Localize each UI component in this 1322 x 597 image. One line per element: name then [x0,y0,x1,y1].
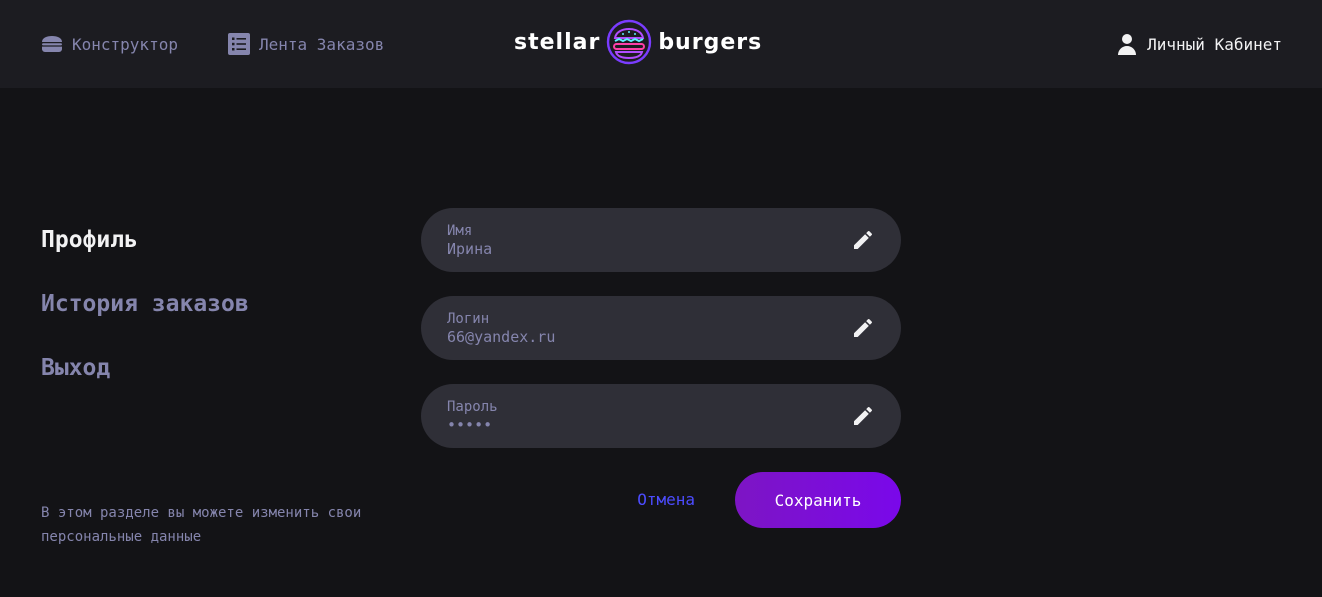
login-field-label: Логин [447,311,490,327]
app-header: Конструктор Лента Заказов stellar burger… [0,0,1322,88]
save-button[interactable]: Сохранить [735,472,901,528]
burger-icon [40,32,64,56]
side-link-profile[interactable]: Профиль [41,208,361,272]
list-icon [227,32,251,56]
name-edit-pencil-icon[interactable] [851,228,875,252]
password-field[interactable]: Пароль ••••• [421,384,901,448]
nav-constructor[interactable]: Конструктор [40,0,178,88]
name-field-value[interactable]: Ирина [447,240,841,258]
profile-form: Имя Ирина Логин 66@yandex.ru Пароль ••••… [421,208,901,472]
profile-section-note: В этом разделе вы можете изменить свои п… [41,505,362,545]
stellar-burgers-logo[interactable]: stellar burgers [514,16,806,68]
side-link-order-history[interactable]: История заказов [41,272,361,336]
cancel-button[interactable]: Отмена [637,472,695,528]
login-field-value[interactable]: 66@yandex.ru [447,328,841,346]
login-field[interactable]: Логин 66@yandex.ru [421,296,901,360]
side-link-logout[interactable]: Выход [41,336,361,400]
nav-personal-account[interactable]: Личный Кабинет [1115,0,1282,88]
password-field-label: Пароль [447,399,498,415]
nav-feed-label: Лента Заказов [259,34,385,54]
login-edit-pencil-icon[interactable] [851,316,875,340]
name-field[interactable]: Имя Ирина [421,208,901,272]
nav-constructor-label: Конструктор [72,34,178,54]
profile-icon [1115,32,1139,56]
name-field-label: Имя [447,223,473,239]
logo-text-left: stellar [514,29,601,55]
form-actions: Отмена Сохранить [421,472,901,528]
profile-side-menu: Профиль История заказов Выход [41,208,361,400]
password-edit-pencil-icon[interactable] [851,404,875,428]
password-field-value[interactable]: ••••• [447,416,841,434]
logo-text-right: burgers [658,29,763,55]
logo-burger-icon [606,19,652,65]
nav-account-label: Личный Кабинет [1147,34,1282,54]
nav-order-feed[interactable]: Лента Заказов [227,0,384,88]
